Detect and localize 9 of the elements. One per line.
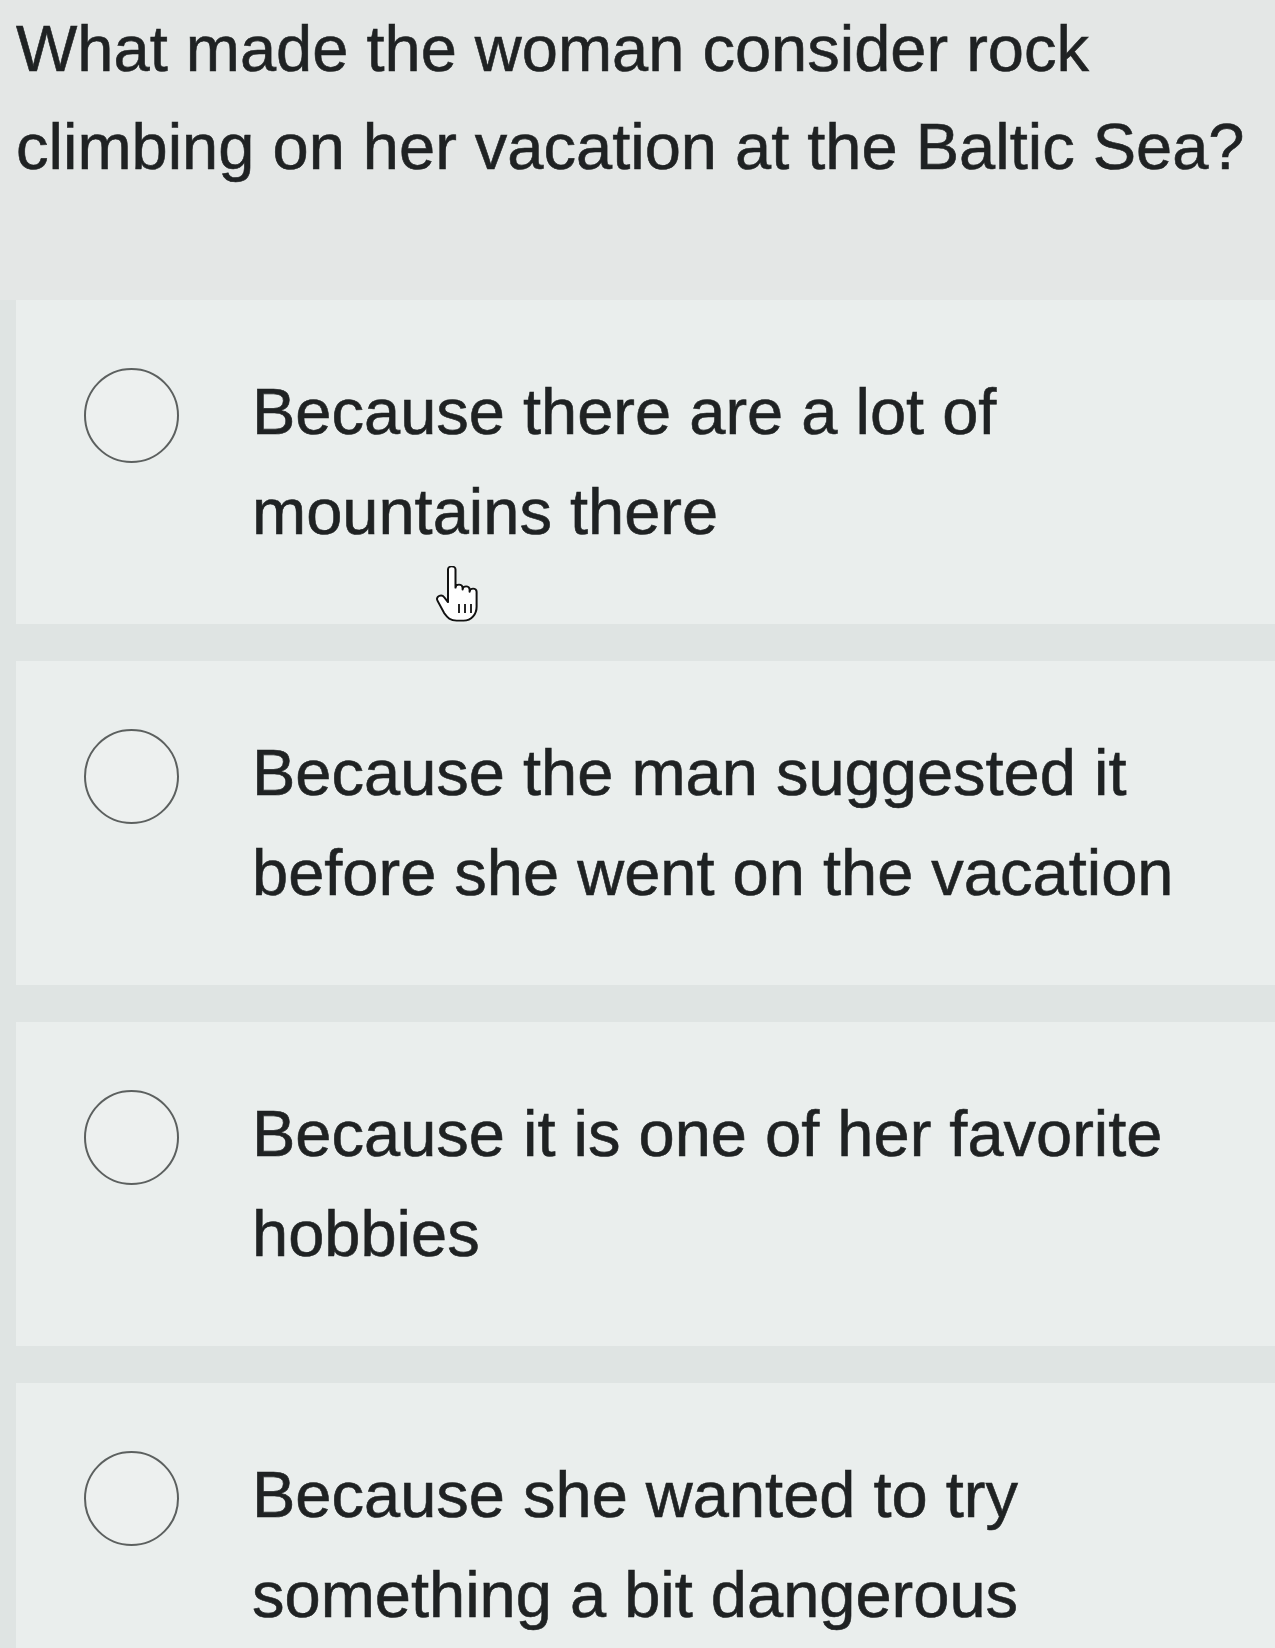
option-label: Because the man suggested it before she went on the vacation: [252, 735, 1175, 911]
answer-option[interactable]: Because there are a lot of mountains there: [16, 300, 1275, 624]
option-label: Because there are a lot of mountains there: [252, 374, 998, 550]
question-text: What made the woman consider rock climbing on her vacation at the Baltic Sea?: [16, 11, 1246, 185]
answer-option[interactable]: Because it is one of her favorite hobbies: [16, 1022, 1275, 1346]
option-label: Because she wanted to try something a bit dangerous: [252, 1457, 1020, 1633]
answer-option[interactable]: Because the man suggested it before she went on the vacation: [16, 661, 1275, 985]
answer-option[interactable]: Because she wanted to try something a bit dangerous: [16, 1383, 1275, 1648]
option-label: Because it is one of her favorite hobbies: [252, 1096, 1164, 1272]
